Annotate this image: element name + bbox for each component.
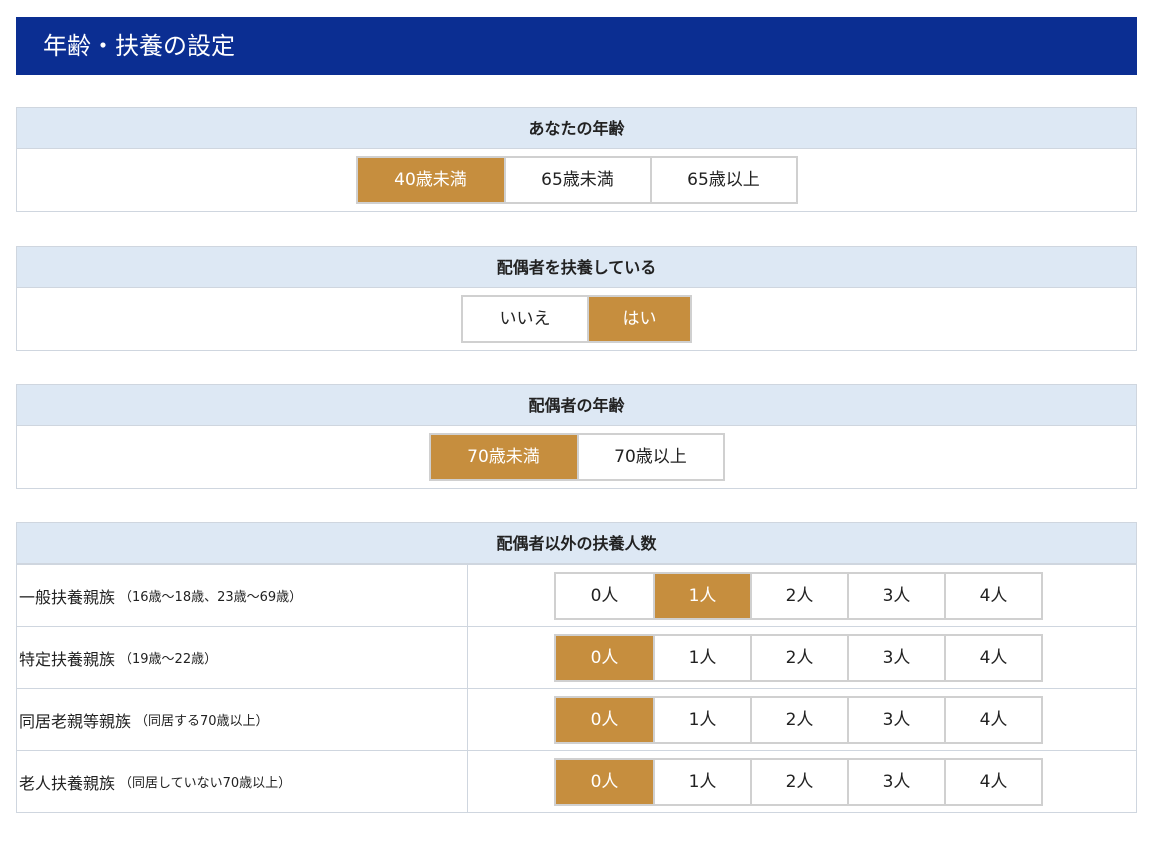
count-option-1[interactable]: 1人	[653, 759, 750, 804]
count-options: 0人 1人 2人 3人 4人	[554, 695, 1043, 744]
row-label: 同居老親等親族	[19, 711, 132, 731]
count-option-4[interactable]: 4人	[944, 697, 1041, 742]
count-option-2[interactable]: 2人	[750, 635, 847, 680]
count-option-0[interactable]: 0人	[556, 635, 653, 680]
count-option-1[interactable]: 1人	[653, 697, 750, 742]
row-label: 一般扶養親族	[19, 587, 116, 607]
spouse-section: 配偶者を扶養している いいえ はい	[16, 246, 1137, 351]
count-option-2[interactable]: 2人	[750, 759, 847, 804]
row-note: （同居する70歳以上）	[135, 714, 269, 729]
spouse-age-option-70-plus[interactable]: 70歳以上	[576, 435, 723, 479]
count-option-1[interactable]: 1人	[653, 573, 750, 618]
row-label: 老人扶養親族	[19, 773, 116, 793]
count-option-3[interactable]: 3人	[847, 697, 944, 742]
age-section-title: あなたの年齢	[17, 108, 1136, 149]
count-option-4[interactable]: 4人	[944, 635, 1041, 680]
count-option-0[interactable]: 0人	[556, 573, 653, 618]
spouse-age-option-under-70[interactable]: 70歳未満	[430, 435, 577, 479]
count-option-2[interactable]: 2人	[750, 573, 847, 618]
count-options: 0人 1人 2人 3人 4人	[554, 757, 1043, 806]
spouse-section-title: 配偶者を扶養している	[17, 247, 1136, 288]
count-options: 0人 1人 2人 3人 4人	[554, 633, 1043, 682]
count-option-0[interactable]: 0人	[556, 697, 653, 742]
count-option-4[interactable]: 4人	[944, 573, 1041, 618]
dependents-row-specific: 特定扶養親族 （19歳〜22歳） 0人 1人 2人 3人 4人	[17, 626, 1136, 688]
row-note: （19歳〜22歳）	[119, 652, 218, 667]
count-option-2[interactable]: 2人	[750, 697, 847, 742]
dependents-row-general: 一般扶養親族 （16歳〜18歳、23歳〜69歳） 0人 1人 2人 3人 4人	[17, 564, 1136, 626]
age-option-under-65[interactable]: 65歳未満	[503, 158, 650, 202]
count-option-3[interactable]: 3人	[847, 759, 944, 804]
spouse-age-options: 70歳未満 70歳以上	[428, 433, 725, 481]
age-section: あなたの年齢 40歳未満 65歳未満 65歳以上	[16, 107, 1137, 212]
count-options: 0人 1人 2人 3人 4人	[554, 571, 1043, 620]
row-note: （同居していない70歳以上）	[119, 776, 292, 791]
spouse-option-yes[interactable]: はい	[587, 297, 690, 341]
dependents-section: 配偶者以外の扶養人数 一般扶養親族 （16歳〜18歳、23歳〜69歳） 0人 1人…	[16, 522, 1137, 813]
age-option-65-plus[interactable]: 65歳以上	[649, 158, 796, 202]
age-option-under-40[interactable]: 40歳未満	[357, 158, 504, 202]
count-option-1[interactable]: 1人	[653, 635, 750, 680]
count-option-0[interactable]: 0人	[556, 759, 653, 804]
spouse-options: いいえ はい	[461, 295, 692, 343]
age-options: 40歳未満 65歳未満 65歳以上	[355, 156, 798, 204]
spouse-age-section-title: 配偶者の年齢	[17, 385, 1136, 426]
dependents-row-cohabiting-elderly: 同居老親等親族 （同居する70歳以上） 0人 1人 2人 3人 4人	[17, 688, 1136, 750]
count-option-4[interactable]: 4人	[944, 759, 1041, 804]
row-label: 特定扶養親族	[19, 649, 116, 669]
row-note: （16歳〜18歳、23歳〜69歳）	[119, 590, 303, 605]
dependents-row-elderly: 老人扶養親族 （同居していない70歳以上） 0人 1人 2人 3人 4人	[17, 750, 1136, 812]
spouse-option-no[interactable]: いいえ	[463, 297, 587, 341]
spouse-age-section: 配偶者の年齢 70歳未満 70歳以上	[16, 384, 1137, 489]
dependents-section-title: 配偶者以外の扶養人数	[17, 523, 1136, 564]
count-option-3[interactable]: 3人	[847, 635, 944, 680]
page-title: 年齢・扶養の設定	[16, 17, 1137, 75]
count-option-3[interactable]: 3人	[847, 573, 944, 618]
